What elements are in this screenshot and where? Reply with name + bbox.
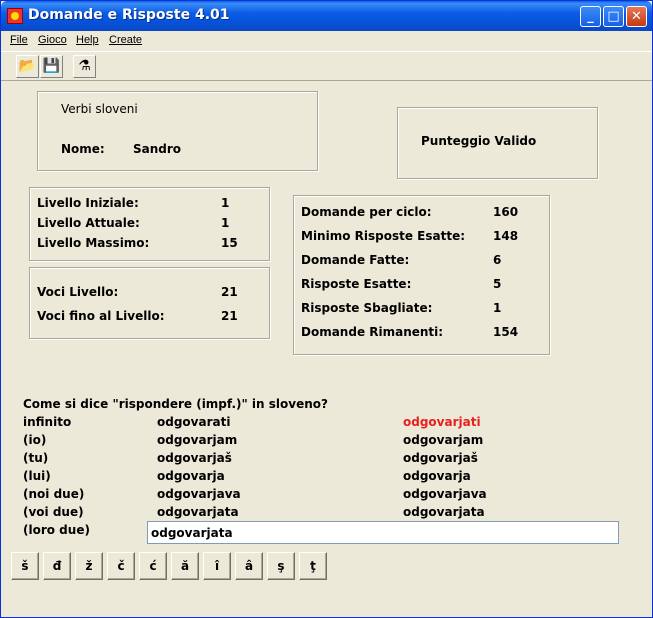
correct-answer: odgovarjata	[403, 505, 485, 519]
voci-panel: Voci Livello: 21 Voci fino al Livello: 2…	[29, 267, 270, 339]
stat-label: Minimo Risposte Esatte:	[301, 229, 466, 243]
subject-title: Verbi sloveni	[61, 102, 138, 116]
voci-label: Voci Livello:	[37, 285, 119, 299]
app-icon	[7, 8, 23, 24]
given-answer: odgovarjaš	[157, 451, 232, 465]
char-button[interactable]: đ	[43, 552, 71, 580]
window-title: Domande e Risposte 4.01	[28, 7, 230, 23]
voci-label: Voci fino al Livello:	[37, 309, 165, 323]
levels-panel: Livello Iniziale: 1 Livello Attuale: 1 L…	[29, 187, 270, 261]
stat-value: 154	[493, 325, 519, 339]
char-button[interactable]: ć	[139, 552, 167, 580]
menu-create[interactable]: Create	[109, 34, 142, 46]
menu-gioco[interactable]: Gioco	[38, 34, 67, 46]
stat-value: 1	[493, 301, 502, 315]
app-window: Domande e Risposte 4.01 _ □ ✕ File Gioco…	[0, 0, 653, 618]
stat-label: Domande per ciclo:	[301, 205, 432, 219]
answer-input[interactable]	[147, 521, 619, 544]
given-answer: odgovarjam	[157, 433, 238, 447]
given-answer: odgovarja	[157, 469, 225, 483]
title-bar[interactable]: Domande e Risposte 4.01 _ □ ✕	[1, 1, 652, 31]
level-label: Livello Attuale:	[37, 216, 140, 230]
person-label: (tu)	[23, 451, 49, 465]
person-label: (noi due)	[23, 487, 85, 501]
level-label: Livello Iniziale:	[37, 196, 139, 210]
given-answer: odgovarjata	[157, 505, 239, 519]
level-value: 15	[221, 236, 238, 250]
correct-answer: odgovarjaš	[403, 451, 478, 465]
person-label: infinito	[23, 415, 72, 429]
correct-answer: odgovarjam	[403, 433, 484, 447]
correct-answer: odgovarja	[403, 469, 471, 483]
tool-icon[interactable]: ⚗	[73, 55, 96, 78]
given-answer: odgovarati	[157, 415, 231, 429]
maximize-button[interactable]: □	[603, 6, 624, 27]
stat-value: 148	[493, 229, 519, 243]
char-button[interactable]: ţ	[299, 552, 327, 580]
correct-answer: odgovarjava	[403, 487, 487, 501]
score-status: Punteggio Valido	[421, 134, 537, 148]
level-label: Livello Massimo:	[37, 236, 150, 250]
char-button[interactable]: î	[203, 552, 231, 580]
voci-value: 21	[221, 285, 238, 299]
char-button[interactable]: ž	[75, 552, 103, 580]
stat-label: Risposte Esatte:	[301, 277, 412, 291]
level-value: 1	[221, 196, 230, 210]
save-icon[interactable]: 💾	[40, 55, 63, 78]
minimize-button[interactable]: _	[580, 6, 601, 27]
stat-label: Domande Fatte:	[301, 253, 410, 267]
name-label: Nome:	[61, 142, 105, 156]
close-button[interactable]: ✕	[626, 6, 647, 27]
menu-bar: File Gioco Help Create	[1, 31, 652, 50]
current-person-label: (loro due)	[23, 523, 90, 537]
stat-label: Risposte Sbagliate:	[301, 301, 433, 315]
subject-panel: Verbi sloveni Nome: Sandro	[37, 91, 318, 171]
stats-panel: Domande per ciclo: 160 Minimo Risposte E…	[293, 195, 550, 355]
correct-answer: odgovarjati	[403, 415, 481, 429]
char-button[interactable]: ş	[267, 552, 295, 580]
char-button[interactable]: š	[11, 552, 39, 580]
score-panel: Punteggio Valido	[397, 107, 598, 179]
voci-value: 21	[221, 309, 238, 323]
level-value: 1	[221, 216, 230, 230]
menu-file[interactable]: File	[10, 34, 28, 46]
name-value: Sandro	[133, 142, 182, 156]
given-answer: odgovarjava	[157, 487, 241, 501]
char-button[interactable]: ă	[171, 552, 199, 580]
stat-value: 160	[493, 205, 519, 219]
person-label: (lui)	[23, 469, 51, 483]
person-label: (voi due)	[23, 505, 84, 519]
menu-help[interactable]: Help	[76, 34, 99, 46]
stat-label: Domande Rimanenti:	[301, 325, 444, 339]
char-button[interactable]: â	[235, 552, 263, 580]
toolbar: 📂 💾 ⚗	[1, 51, 652, 81]
stat-value: 6	[493, 253, 502, 267]
char-button[interactable]: č	[107, 552, 135, 580]
open-folder-icon[interactable]: 📂	[16, 55, 39, 78]
person-label: (io)	[23, 433, 47, 447]
question-text: Come si dice "rispondere (impf.)" in slo…	[23, 397, 328, 411]
stat-value: 5	[493, 277, 502, 291]
